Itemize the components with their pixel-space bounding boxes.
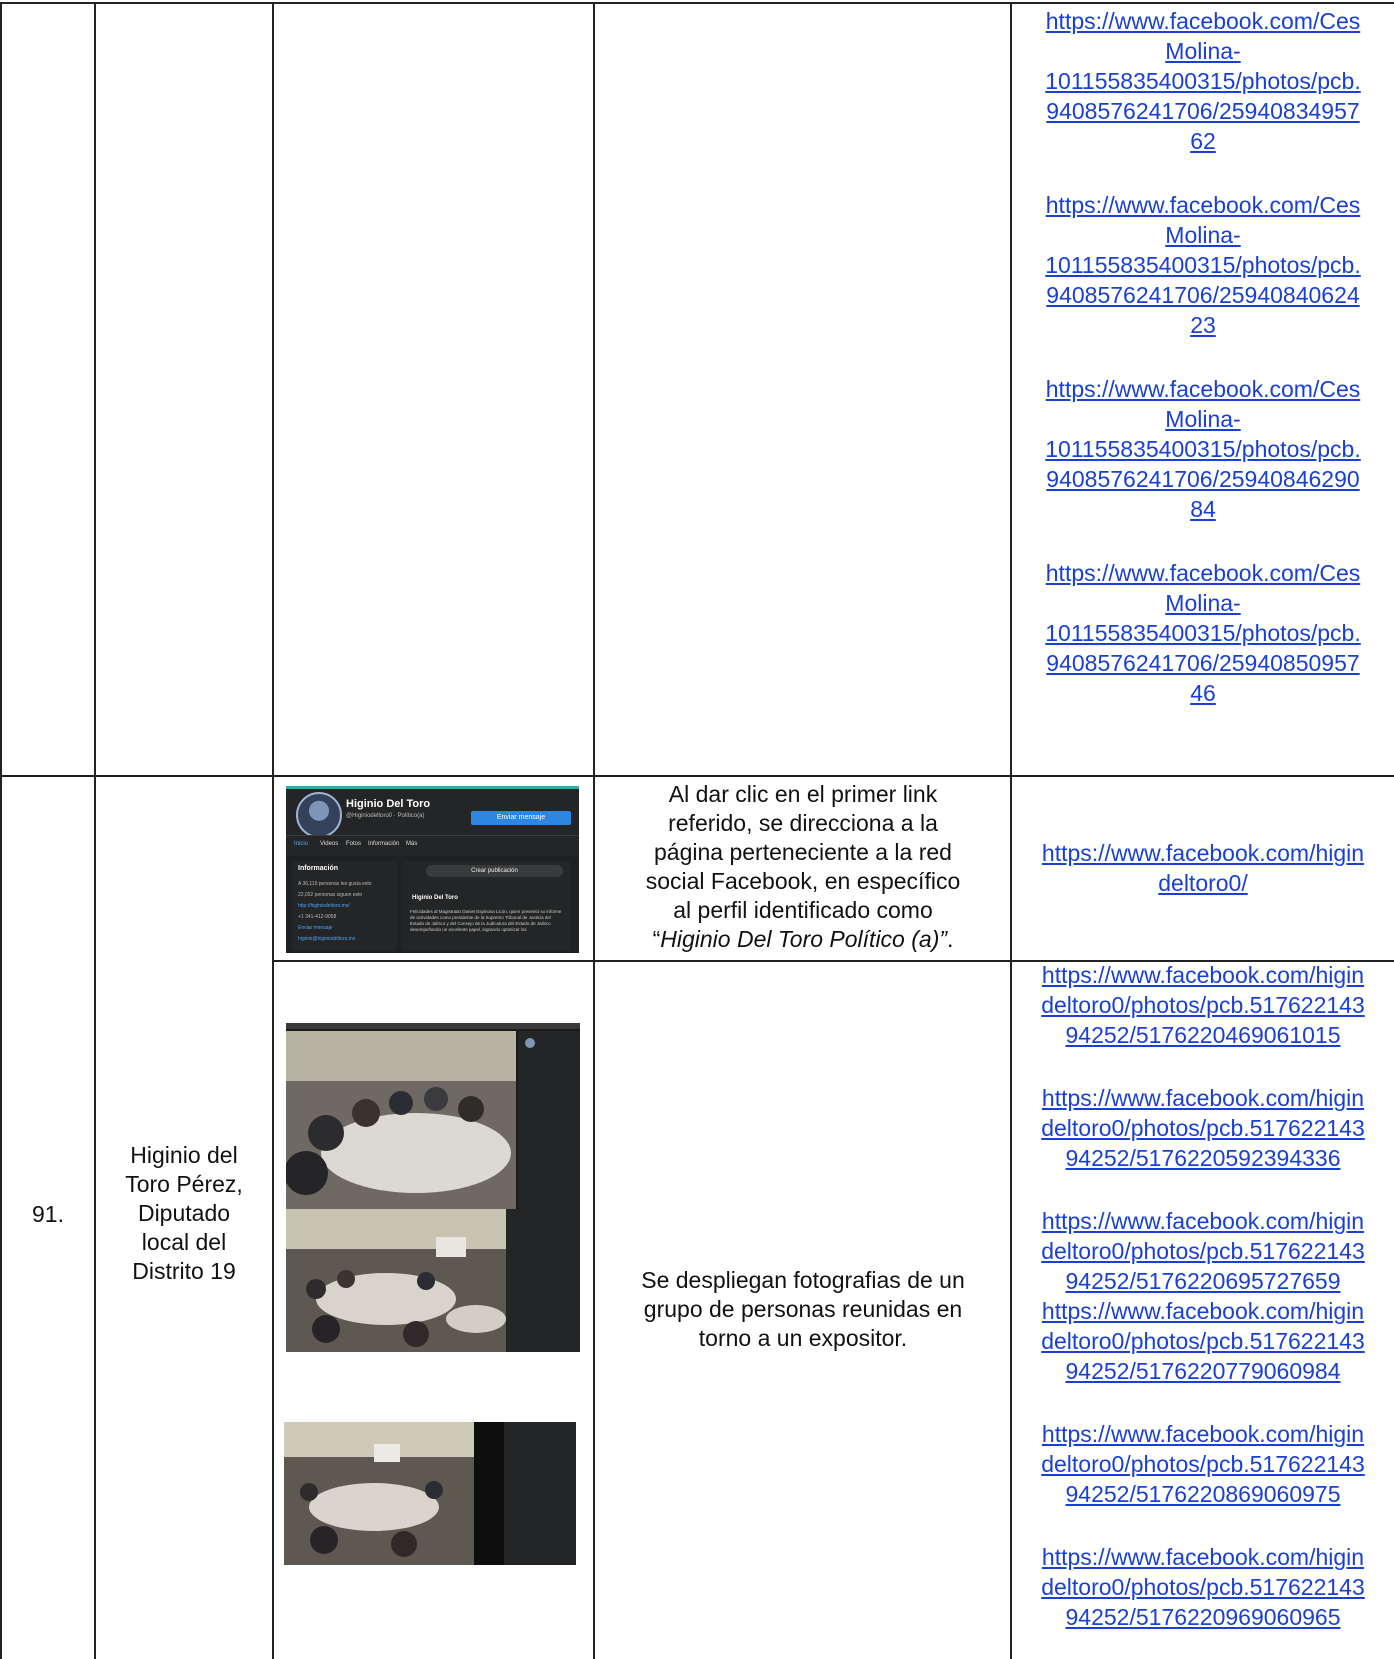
tab-inicio: Inicio: [294, 841, 309, 847]
facebook-photo-link[interactable]: https://www.facebook.com/higin deltoro0/…: [1012, 1206, 1394, 1296]
facebook-profile-link[interactable]: https://www.facebook.com/higin deltoro0/: [1012, 838, 1394, 898]
facebook-link[interactable]: https://www.facebook.com/Ces Molina- 101…: [1012, 374, 1394, 524]
tab-videos: Videos: [320, 841, 339, 847]
facebook-photo-link[interactable]: https://www.facebook.com/higin deltoro0/…: [1012, 1542, 1394, 1632]
table-col-divider: [94, 2, 96, 1659]
table-border-top: [0, 2, 1394, 4]
profile-avatar: [296, 792, 342, 838]
table-col-divider: [272, 2, 274, 1659]
facebook-photo-link[interactable]: https://www.facebook.com/higin deltoro0/…: [1012, 1419, 1394, 1509]
profile-name: Higinio Del Toro: [346, 798, 431, 810]
info-row: 22,052 personas siguen esto: [298, 892, 363, 898]
facebook-photo-link[interactable]: https://www.facebook.com/higin deltoro0/…: [1012, 1083, 1394, 1173]
row-number: 91.: [32, 1201, 64, 1227]
meeting-photo: [284, 1422, 576, 1565]
post-author: Higinio Del Toro: [412, 895, 458, 901]
create-post: Crear publicación: [426, 865, 563, 877]
table-col-divider: [593, 2, 595, 1659]
info-row: Enviar mensaje: [298, 925, 333, 931]
facebook-photo-link[interactable]: https://www.facebook.com/higin deltoro0/…: [1012, 960, 1394, 1050]
description-text-end: .: [947, 926, 954, 952]
info-row: +1 341-412-9058: [298, 914, 337, 920]
post-panel: Crear publicación Higinio Del Toro Felic…: [402, 861, 571, 951]
facebook-profile-screenshot: Higinio Del Toro @Higiniodeltoro0 · Polí…: [286, 786, 579, 953]
post-text: Felicidades al Magistrado Daniel Espinos…: [410, 909, 562, 932]
subject-name: Higinio del Toro Pérez, Diputado local d…: [125, 1142, 243, 1284]
meeting-photo: [286, 1023, 580, 1209]
info-row: A 36,119 personas les gusta esto: [298, 881, 372, 887]
info-panel: Información A 36,119 personas les gusta …: [292, 861, 397, 951]
profile-tabs: Inicio Videos Fotos Información Más: [286, 835, 579, 856]
facebook-photo-link[interactable]: https://www.facebook.com/higin deltoro0/…: [1012, 1296, 1394, 1386]
top-row-links: https://www.facebook.com/Ces Molina- 101…: [1012, 6, 1394, 708]
info-row: higinio@higiniodeltoro.mx: [298, 936, 356, 942]
table-row-divider: [0, 775, 1394, 777]
table-border-left: [0, 2, 2, 1659]
description-profile: Al dar clic en el primer link referido, …: [596, 780, 1010, 954]
facebook-link[interactable]: https://www.facebook.com/Ces Molina- 101…: [1012, 190, 1394, 340]
send-message-button: Enviar mensaje: [471, 811, 571, 825]
facebook-link[interactable]: https://www.facebook.com/Ces Molina- 101…: [1012, 6, 1394, 156]
description-photos: Se despliegan fotografias de un grupo de…: [641, 1267, 965, 1351]
profile-identifier: Higinio Del Toro Político (a)”: [660, 926, 948, 952]
info-row: http://higiniodeltoro.mx/: [298, 903, 350, 909]
document-page: https://www.facebook.com/Ces Molina- 101…: [0, 0, 1394, 1659]
tab-fotos: Fotos: [346, 841, 362, 847]
tab-informacion: Información: [368, 841, 400, 847]
facebook-link[interactable]: https://www.facebook.com/Ces Molina- 101…: [1012, 558, 1394, 708]
tab-mas: Más: [406, 841, 418, 847]
profile-link-cell: https://www.facebook.com/higin deltoro0/: [1012, 838, 1394, 898]
photo-links: https://www.facebook.com/higin deltoro0/…: [1012, 960, 1394, 1632]
meeting-photo: [286, 1209, 580, 1352]
profile-handle: @Higiniodeltoro0 · Político(a): [346, 813, 425, 819]
info-title: Información: [298, 865, 339, 872]
